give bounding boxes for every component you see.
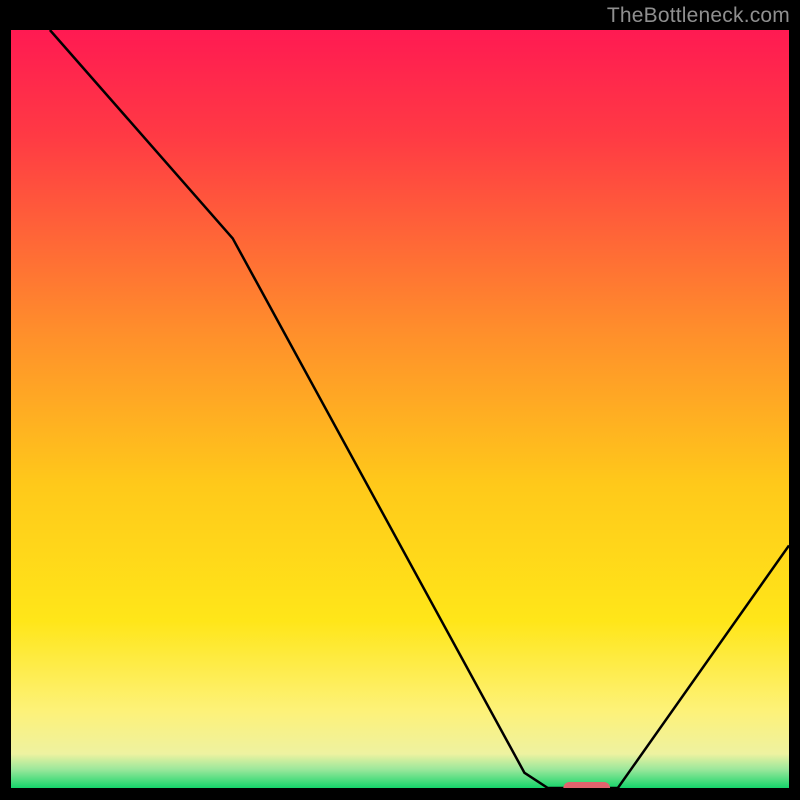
gradient-background bbox=[11, 30, 789, 788]
watermark-text: TheBottleneck.com bbox=[607, 4, 790, 28]
plot-area bbox=[11, 30, 789, 788]
optimal-marker bbox=[563, 782, 610, 788]
chart-root: TheBottleneck.com bbox=[0, 0, 800, 800]
chart-svg bbox=[11, 30, 789, 788]
